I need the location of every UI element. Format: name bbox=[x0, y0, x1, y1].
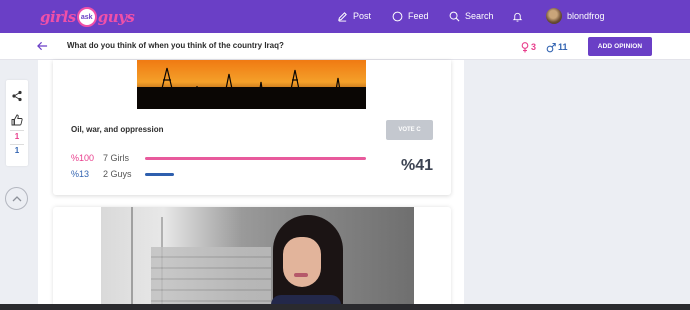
search-icon bbox=[449, 11, 460, 21]
image-face bbox=[283, 237, 321, 287]
nav-post-label: Post bbox=[353, 11, 372, 21]
nav-feed-label: Feed bbox=[408, 11, 429, 21]
poll-option-label: Oil, war, and oppression bbox=[71, 125, 164, 134]
downvote-count: 1 bbox=[14, 146, 20, 155]
right-sidebar bbox=[464, 60, 690, 310]
girls-count: 7 Girls bbox=[103, 153, 130, 163]
thumbs-up-icon[interactable] bbox=[11, 114, 23, 126]
question-title: What do you think of when you think of t… bbox=[67, 41, 284, 50]
action-rail: 1 1 bbox=[6, 80, 28, 166]
male-symbol-icon bbox=[546, 42, 556, 52]
bell-icon bbox=[512, 12, 523, 22]
username-label: blondfrog bbox=[567, 11, 605, 21]
poll-option-card bbox=[53, 207, 451, 310]
guys-result-row: %13 2 Guys bbox=[71, 168, 132, 180]
question-header: What do you think of when you think of t… bbox=[0, 33, 690, 60]
poll-option-card: Oil, war, and oppression VOTE C %100 7 G… bbox=[53, 60, 451, 195]
image-steps bbox=[151, 247, 271, 310]
chevron-up-icon bbox=[12, 196, 21, 202]
top-navbar: girls ask guys Post Feed Search blondfro… bbox=[0, 0, 690, 33]
nav-feed[interactable]: Feed bbox=[392, 8, 429, 24]
avatar bbox=[546, 8, 562, 24]
option-image-sunset-oil-field bbox=[137, 60, 366, 109]
notifications-button[interactable] bbox=[512, 8, 523, 24]
guys-percent: %13 bbox=[71, 169, 90, 179]
site-logo[interactable]: girls ask guys bbox=[40, 6, 135, 28]
girls-progress-bar bbox=[145, 157, 366, 160]
image-pole bbox=[131, 207, 133, 310]
guys-count-value: 11 bbox=[558, 42, 568, 52]
guys-progress-bar bbox=[145, 173, 174, 176]
guys-opinion-count[interactable]: 11 bbox=[546, 41, 568, 53]
oil-derrick-silhouettes bbox=[137, 67, 366, 109]
image-lips bbox=[294, 273, 308, 277]
divider bbox=[10, 130, 24, 131]
nav-search-label: Search bbox=[465, 11, 494, 21]
nav-search[interactable]: Search bbox=[449, 8, 494, 24]
girls-result-row: %100 7 Girls bbox=[71, 152, 129, 164]
upvote-count: 1 bbox=[14, 132, 20, 141]
guys-count: 2 Guys bbox=[103, 169, 132, 179]
logo-word-girls: girls bbox=[40, 8, 76, 26]
feed-circle-icon bbox=[392, 11, 403, 21]
nav-post[interactable]: Post bbox=[337, 8, 371, 24]
total-percent: %41 bbox=[401, 157, 434, 174]
add-opinion-button[interactable]: ADD OPINION bbox=[588, 37, 652, 56]
girls-percent: %100 bbox=[71, 153, 95, 163]
share-icon[interactable] bbox=[11, 90, 23, 102]
divider bbox=[10, 144, 24, 145]
logo-word-guys: guys bbox=[97, 8, 135, 26]
taskbar-strip bbox=[0, 304, 690, 310]
vote-button[interactable]: VOTE C bbox=[386, 120, 433, 140]
logo-bubble-ask: ask bbox=[76, 7, 97, 27]
girls-opinion-count[interactable]: 3 bbox=[521, 41, 536, 53]
girls-count-value: 3 bbox=[531, 42, 537, 52]
back-arrow-icon[interactable] bbox=[37, 41, 48, 51]
user-menu[interactable]: blondfrog bbox=[546, 8, 605, 24]
option-image-woman-portrait bbox=[101, 207, 414, 310]
pencil-icon bbox=[338, 11, 347, 22]
scroll-to-top-button[interactable] bbox=[5, 187, 28, 210]
female-symbol-icon bbox=[521, 41, 529, 52]
